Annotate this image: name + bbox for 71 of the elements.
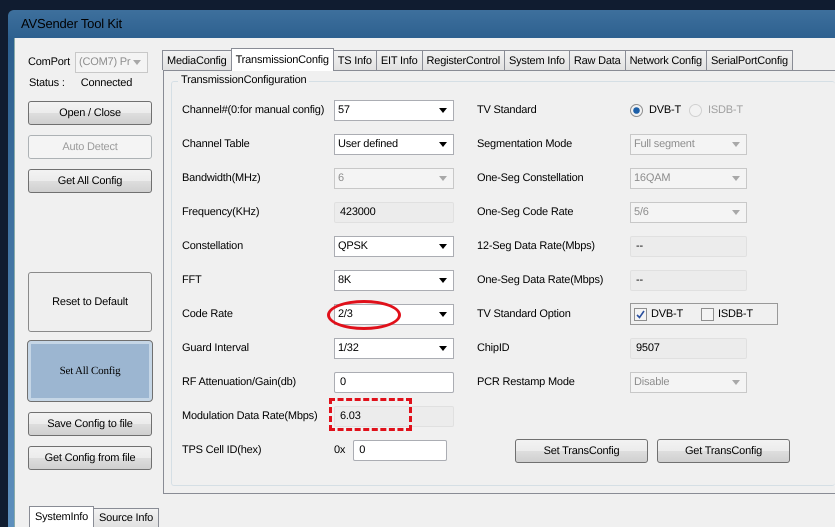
field-label: Modulation Data Rate(Mbps) [182,410,318,422]
dropdown[interactable]: 2/3 [334,304,454,324]
tab[interactable]: MediaConfig [162,50,232,70]
action-button[interactable]: Reset to Default [28,272,152,332]
dropdown-arrow-icon [732,210,740,214]
dropdown-arrow-icon [732,176,740,180]
field-label: Code Rate [182,308,233,320]
dropdown-arrow-icon [439,278,447,282]
action-button[interactable]: Get TransConfig [657,439,790,463]
field-label: TV Standard Option [477,308,571,320]
tab[interactable]: System Info [504,50,570,70]
dropdown-arrow-icon [439,346,447,350]
dropdown-arrow-icon [439,312,447,316]
dropdown-arrow-icon [439,108,447,112]
field-label: Bandwidth(MHz) [182,172,261,184]
dropdown-arrow-icon [133,60,141,64]
dropdown-arrow-icon [439,176,447,180]
tab[interactable]: Raw Data [568,50,626,70]
group-title: TransmissionConfiguration [178,74,310,86]
field-label: FFT [182,274,202,286]
field-label: Constellation [182,240,243,252]
field-label: Segmentation Mode [477,138,572,150]
dropdown-arrow-icon [439,142,447,146]
radio-circle-icon [630,104,643,116]
field-label: ChipID [477,342,510,354]
action-button[interactable]: Get Config from file [28,446,152,470]
action-button[interactable]: Save Config to file [28,412,152,436]
dropdown[interactable]: User defined [334,134,454,154]
action-button[interactable]: Get All Config [28,169,152,193]
tab[interactable]: SystemInfo [29,506,94,527]
tab[interactable]: EIT Info [376,50,423,70]
comport-label: ComPort [28,56,70,68]
checkbox[interactable]: DVB-T [634,308,684,320]
radio-button[interactable]: DVB-T [630,104,682,116]
text-field[interactable]: 0 [353,440,448,460]
field-label: One-Seg Code Rate [477,206,574,218]
window-title: AVSender Tool Kit [21,16,122,31]
field-label: Guard Interval [182,342,249,354]
status-value: Connected [80,77,132,89]
text-field[interactable]: 0 [334,372,454,392]
tab[interactable]: TS Info [332,50,377,70]
tab[interactable]: Source Info [93,508,160,527]
dropdown-arrow-icon [732,380,740,384]
dropdown[interactable]: QPSK [334,236,454,256]
checkbox[interactable]: ISDB-T [701,308,753,320]
field-label: One-Seg Constellation [477,172,584,184]
field-label: Channel#(0:for manual config) [182,104,324,116]
field-label: TPS Cell ID(hex) [182,444,262,456]
tab[interactable]: RegisterControl [422,50,505,70]
action-button[interactable]: Set TransConfig [515,439,648,463]
field-label: Channel Table [182,138,250,150]
checkmark-icon [636,310,645,318]
hex-prefix: 0x [334,444,346,456]
radio-circle-icon [689,104,702,116]
action-button[interactable]: Open / Close [28,101,152,125]
field-label: TV Standard [477,104,537,116]
tab[interactable]: SerialPortConfig [706,50,793,70]
field-label: Frequency(KHz) [182,206,260,218]
dropdown[interactable]: 1/32 [334,338,454,358]
dropdown[interactable]: 57 [334,100,454,120]
tab[interactable]: Network Config [624,50,707,70]
status-label: Status : [29,77,65,89]
dropdown-arrow-icon [439,244,447,248]
field-label: 12-Seg Data Rate(Mbps) [477,240,595,252]
field-label: RF Attenuation/Gain(db) [182,376,296,388]
dropdown-arrow-icon [732,142,740,146]
field-label: One-Seg Data Rate(Mbps) [477,274,604,286]
action-button[interactable]: Set All Config [28,341,152,401]
field-label: PCR Restamp Mode [477,376,575,388]
tab[interactable]: TransmissionConfig [230,48,334,71]
dropdown[interactable]: 8K [334,270,454,290]
